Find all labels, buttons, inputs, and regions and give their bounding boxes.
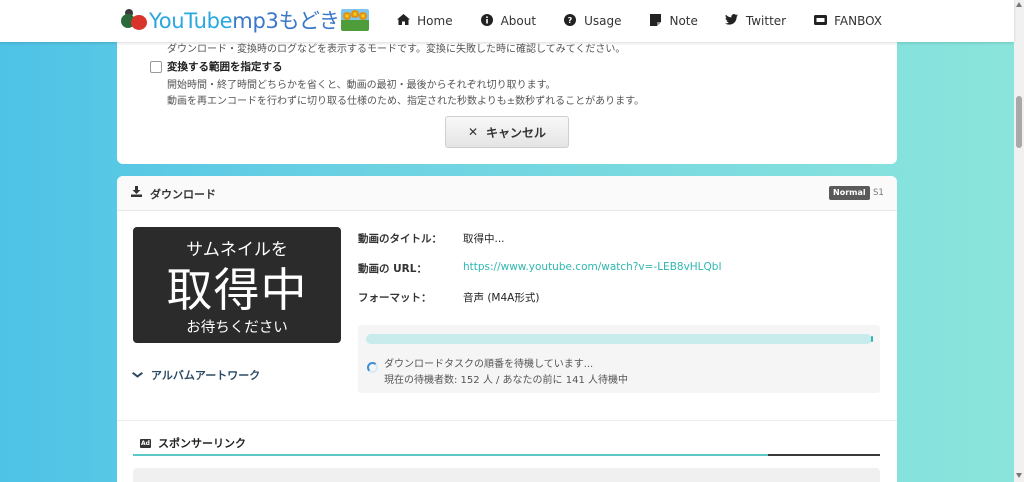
page-scrollbar[interactable]: [1014, 0, 1024, 482]
loading-spinner-icon: [367, 362, 378, 373]
server-label: S1: [873, 188, 884, 198]
download-card-header: ダウンロード Normal S1: [117, 176, 897, 211]
nav-twitter[interactable]: Twitter: [725, 14, 786, 28]
nav-fanbox[interactable]: FANBOX: [813, 14, 882, 28]
progress-bar-tip: [871, 336, 873, 342]
question-icon: ?: [563, 13, 577, 29]
section-divider: [117, 420, 897, 421]
sponsor-underline: [133, 454, 880, 456]
thumbnail-placeholder: サムネイルを 取得中 お待ちください: [133, 227, 341, 343]
scroll-down-icon[interactable]: [1016, 473, 1022, 478]
progress-panel: ダウンロードタスクの順番を待機しています... 現在の待機者数: 152 人 /…: [358, 325, 880, 393]
twitter-icon: [725, 14, 739, 28]
mode-badge: Normal: [829, 186, 870, 200]
progress-bar: [366, 334, 873, 344]
main-nav: Home About ? Usage Note Twitter FANBOX: [369, 0, 882, 42]
format-value: 音声 (M4A形式): [463, 292, 540, 304]
note-icon: [648, 13, 662, 29]
site-logo[interactable]: YouTubemp3もどき: [119, 5, 369, 35]
video-url-link[interactable]: https://www.youtube.com/watch?v=-LEB8vHL…: [463, 261, 722, 273]
nav-note-label: Note: [669, 14, 698, 28]
svg-text:?: ?: [568, 16, 573, 25]
range-option[interactable]: 変換する範囲を指定する: [150, 59, 283, 74]
download-card: ダウンロード Normal S1 サムネイルを 取得中 お待ちください アルバム…: [117, 176, 897, 482]
mascot-icon: [119, 7, 153, 33]
nav-about[interactable]: About: [480, 13, 537, 29]
nav-usage[interactable]: ? Usage: [563, 13, 622, 29]
progress-bar-fill: [366, 334, 873, 344]
cancel-button-label: キャンセル: [486, 125, 547, 140]
video-url-label: 動画の URL：: [358, 263, 427, 275]
nav-home-label: Home: [417, 14, 453, 28]
info-icon: [480, 13, 494, 29]
sponsor-heading: Ad スポンサーリンク: [140, 435, 246, 451]
range-checkbox-label[interactable]: 変換する範囲を指定する: [167, 59, 283, 74]
chevron-down-icon: [131, 370, 144, 381]
range-checkbox[interactable]: [150, 60, 162, 73]
scroll-up-icon[interactable]: [1016, 2, 1022, 7]
fanbox-icon: [813, 14, 827, 28]
close-icon: ✕: [467, 125, 479, 139]
album-artwork-label: アルバムアートワーク: [151, 369, 261, 382]
logo-text-mp3: mp3もどき: [232, 9, 340, 33]
nav-home[interactable]: Home: [396, 14, 453, 28]
settings-card: ダウンロード・変換時のログなどを表示するモードです。変換に失敗した時に確認してみ…: [117, 30, 897, 164]
scrollbar-thumb[interactable]: [1016, 96, 1022, 148]
sunflower-icon: [340, 9, 369, 31]
range-description-2: 動画を再エンコードを行わずに切り取る仕様のため、指定された秒数よりも±数秒ずれる…: [167, 96, 645, 107]
download-icon: [131, 186, 142, 200]
site-header: YouTubemp3もどき Home About ? Usage Note Tw…: [0, 0, 1014, 42]
logo-text: YouTubemp3もどき: [149, 5, 340, 35]
video-title-value: 取得中...: [463, 233, 505, 245]
cancel-button[interactable]: ✕ キャンセル: [445, 116, 569, 148]
log-mode-description: ダウンロード・変換時のログなどを表示するモードです。変換に失敗した時に確認してみ…: [167, 44, 626, 55]
thumbnail-line-2: 取得中: [166, 263, 308, 317]
home-icon: [396, 14, 410, 28]
queue-count-text: 現在の待機者数: 152 人 / あなたの前に 141 人待機中: [384, 375, 628, 386]
queue-status-text: ダウンロードタスクの順番を待機しています...: [384, 359, 594, 370]
album-artwork-toggle[interactable]: アルバムアートワーク: [131, 367, 261, 383]
nav-fanbox-label: FANBOX: [834, 14, 882, 28]
range-description-1: 開始時間・終了時間どちらかを省くと、動画の最初・最後からそれぞれ切り取ります。: [167, 80, 556, 91]
format-label: フォーマット：: [358, 292, 432, 304]
download-card-title: ダウンロード: [150, 188, 216, 201]
nav-twitter-label: Twitter: [745, 14, 787, 28]
sponsor-ad-slot[interactable]: [133, 468, 880, 482]
video-title-label: 動画のタイトル：: [358, 233, 442, 245]
ad-icon: Ad: [140, 438, 151, 448]
thumbnail-line-3: お待ちください: [186, 320, 288, 336]
nav-note[interactable]: Note: [648, 13, 698, 29]
logo-text-youtube: YouTube: [149, 9, 233, 33]
nav-about-label: About: [500, 14, 537, 28]
sponsor-title: スポンサーリンク: [158, 437, 246, 450]
nav-usage-label: Usage: [584, 14, 622, 28]
